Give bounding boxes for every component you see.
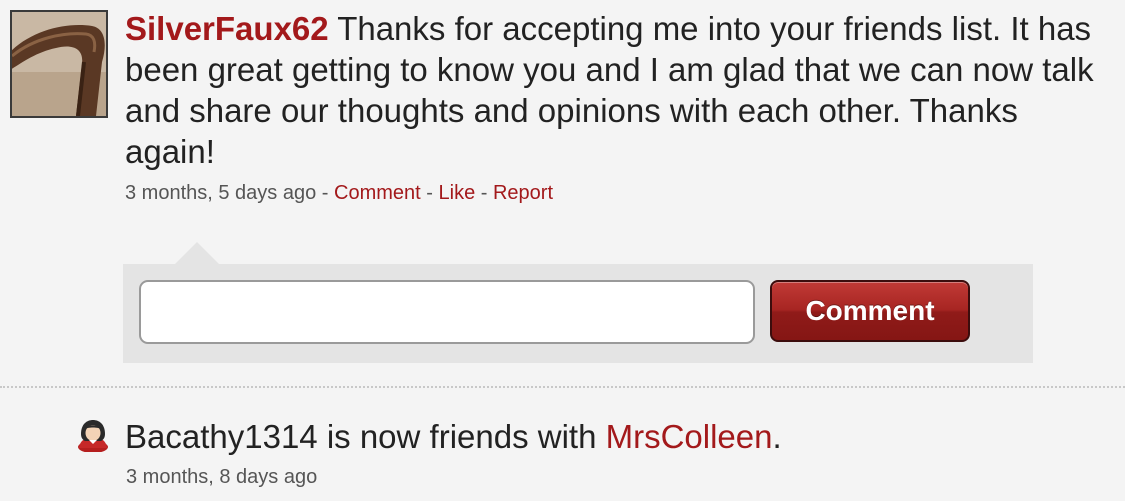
avatar[interactable] bbox=[10, 10, 108, 118]
post-author-link[interactable]: SilverFaux62 bbox=[125, 10, 329, 47]
comment-box-pointer bbox=[175, 242, 219, 264]
post-message: SilverFaux62 Thanks for accepting me int… bbox=[125, 8, 1115, 172]
activity-action: is now friends with bbox=[317, 418, 606, 455]
meta-separator: - bbox=[316, 182, 335, 204]
post-body: SilverFaux62 Thanks for accepting me int… bbox=[125, 8, 1115, 205]
activity-timestamp: 3 months, 8 days ago bbox=[126, 466, 318, 488]
report-link[interactable]: Report bbox=[493, 182, 553, 204]
post-timestamp: 3 months, 5 days ago bbox=[125, 182, 317, 204]
post-meta: 3 months, 5 days ago - Comment - Like - … bbox=[125, 181, 1115, 205]
user-icon bbox=[76, 418, 110, 452]
comment-form: Comment bbox=[123, 264, 1033, 363]
comment-submit-button[interactable]: Comment bbox=[770, 280, 970, 342]
comment-link[interactable]: Comment bbox=[334, 182, 421, 204]
meta-separator: - bbox=[420, 182, 439, 204]
feed-divider bbox=[0, 386, 1125, 388]
like-link[interactable]: Like bbox=[439, 182, 476, 204]
meta-separator: - bbox=[475, 182, 493, 204]
comment-input[interactable] bbox=[139, 280, 755, 344]
activity-feed: SilverFaux62 Thanks for accepting me int… bbox=[0, 0, 1125, 501]
friend-link[interactable]: MrsColleen bbox=[606, 418, 773, 455]
avatar-image bbox=[12, 12, 106, 116]
activity-text: Bacathy1314 is now friends with MrsColle… bbox=[125, 416, 782, 457]
activity-trailing: . bbox=[772, 418, 782, 455]
activity-actor: Bacathy1314 bbox=[125, 418, 318, 455]
